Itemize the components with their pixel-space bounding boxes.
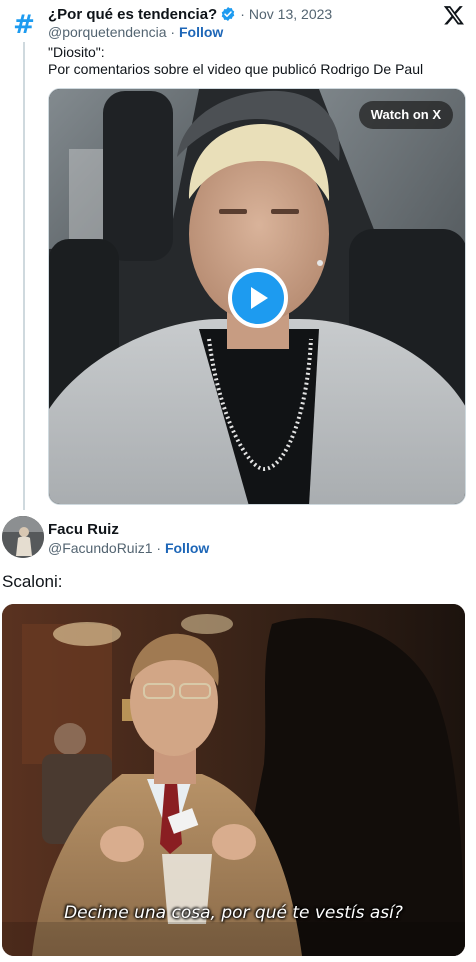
quoted-handle[interactable]: @porquetendencia [48, 24, 167, 40]
author-name[interactable]: Facu Ruiz [48, 521, 119, 538]
quoted-text-line-1: "Diosito": [48, 44, 105, 60]
thread-line [23, 42, 25, 510]
hashtag-icon[interactable]: # [10, 8, 38, 42]
avatar-image [2, 516, 44, 558]
avatar[interactable] [2, 516, 44, 558]
follow-button-main[interactable]: Follow [165, 540, 209, 556]
follow-button[interactable]: Follow [179, 24, 223, 40]
verified-badge-icon [221, 7, 235, 21]
quoted-tweet[interactable]: # ¿Por qué es tendencia? · Nov 13, 2023 … [0, 0, 476, 510]
quoted-handle-row: @porquetendencia · Follow [48, 24, 223, 40]
watch-on-x-button[interactable]: Watch on X [358, 101, 453, 129]
x-logo-icon[interactable] [443, 4, 465, 26]
video-player[interactable]: Watch on X [48, 88, 466, 505]
tweet-image[interactable]: Decime una cosa, por qué te vestís así? [2, 604, 465, 956]
handle-separator: · [170, 24, 179, 40]
handle-separator: · [156, 540, 165, 556]
play-button[interactable] [228, 268, 288, 328]
image-caption: Decime una cosa, por qué te vestís así? [64, 903, 403, 923]
header-separator: · [240, 6, 245, 22]
quoted-tweet-header: ¿Por qué es tendencia? · Nov 13, 2023 [48, 4, 332, 24]
quoted-tweet-text: "Diosito": Por comentarios sobre el vide… [48, 44, 423, 78]
quoted-text-line-2: Por comentarios sobre el video que publi… [48, 61, 424, 77]
author-handle[interactable]: @FacundoRuiz1 [48, 540, 153, 556]
quoted-author-name[interactable]: ¿Por qué es tendencia? [48, 6, 217, 23]
author-handle-row: @FacundoRuiz1 · Follow [48, 540, 209, 556]
tweet-date[interactable]: Nov 13, 2023 [249, 6, 332, 22]
play-icon [251, 287, 268, 309]
tweet-text: Scaloni: [2, 572, 63, 591]
